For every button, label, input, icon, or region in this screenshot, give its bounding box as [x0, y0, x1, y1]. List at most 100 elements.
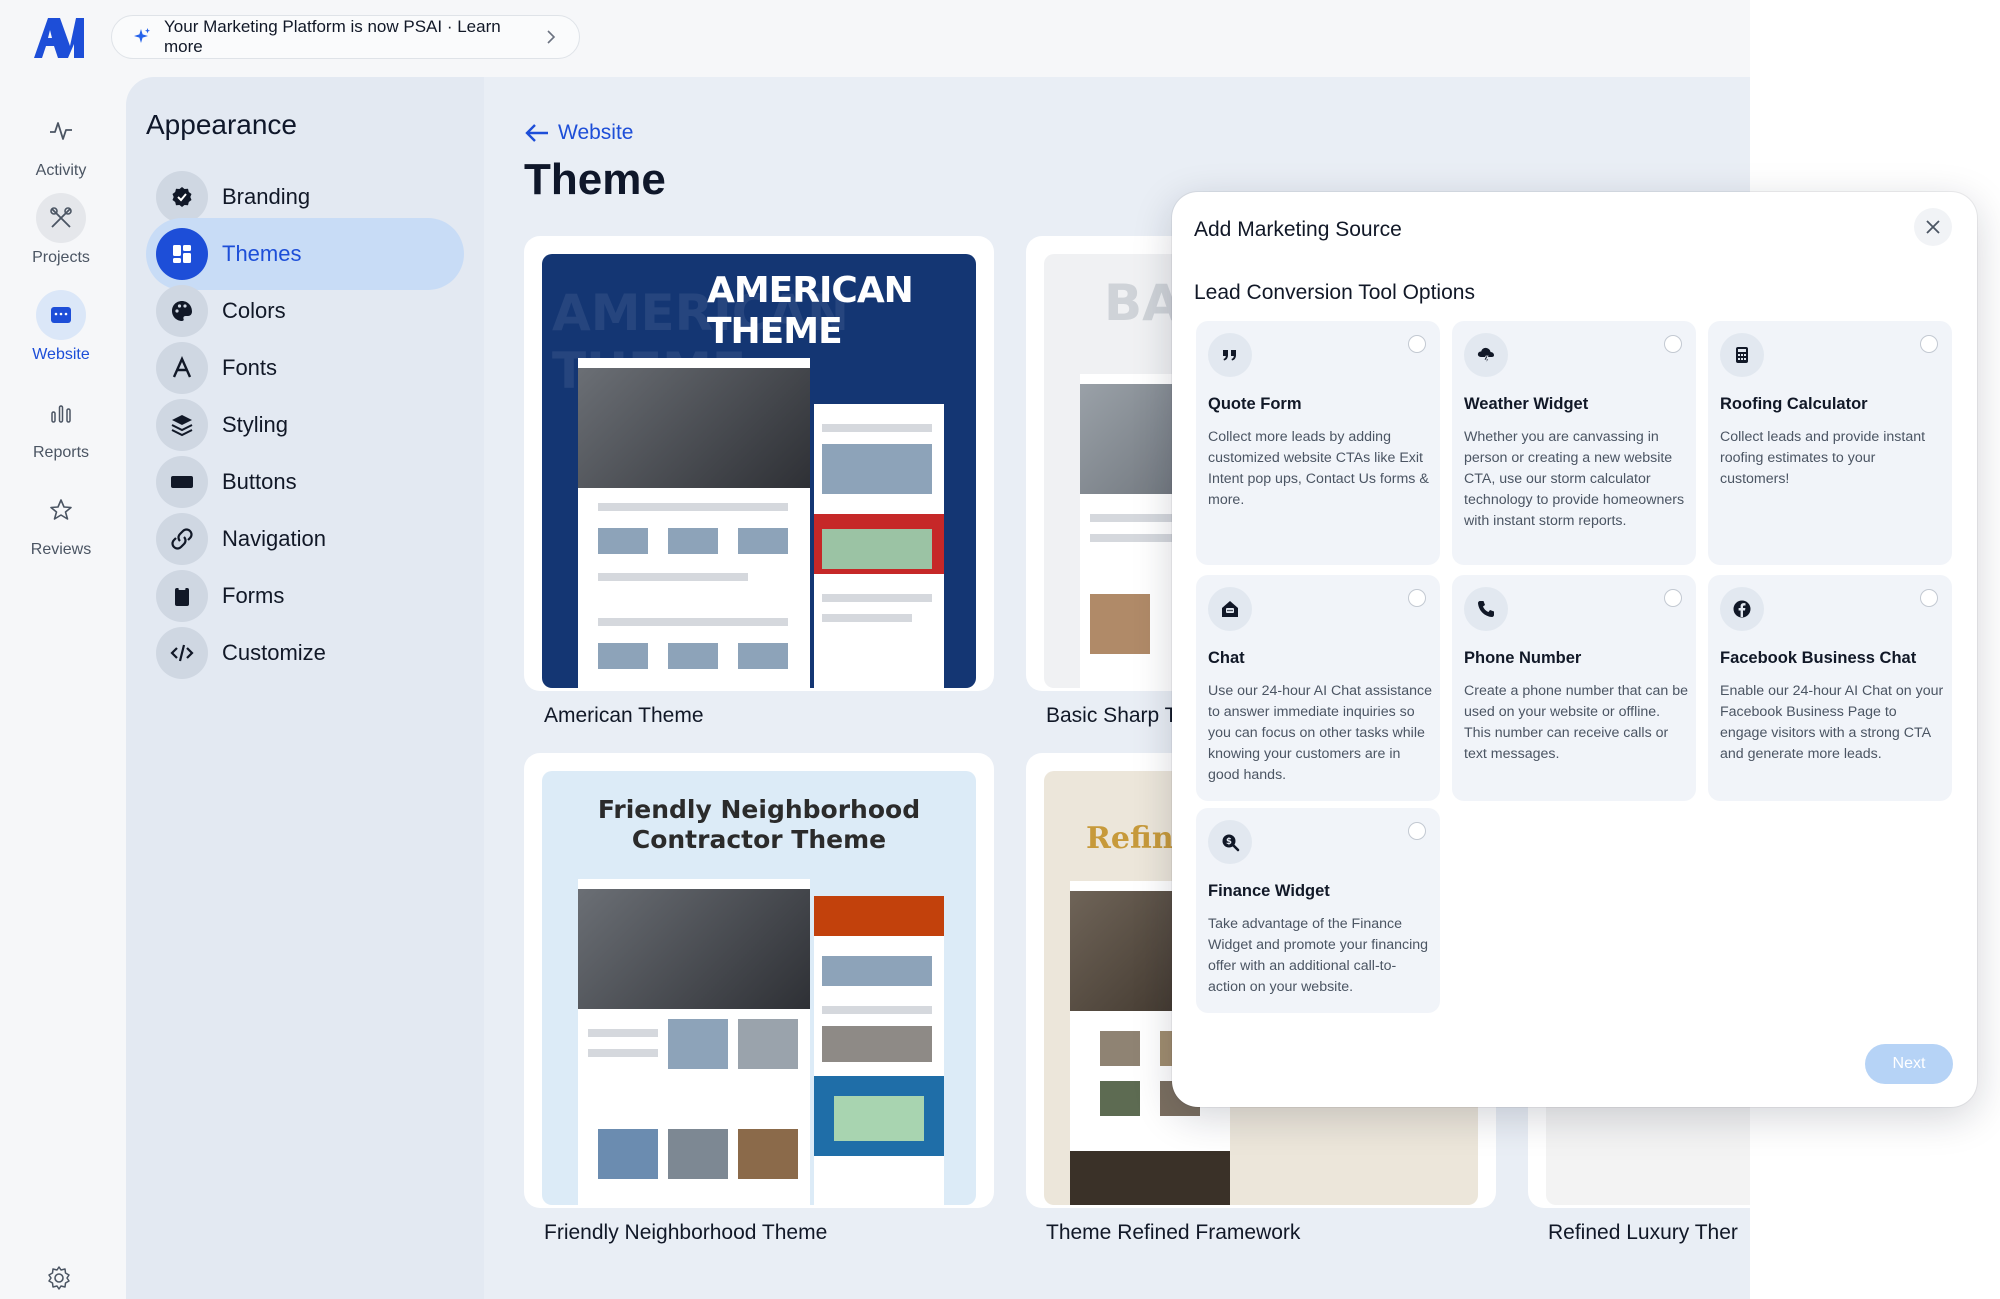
- option-name: Weather Widget: [1464, 395, 1589, 413]
- banner-text: Your Marketing Platform is now PSAI · Le…: [164, 17, 501, 56]
- palette-icon: [156, 285, 208, 337]
- menu-item-customize[interactable]: Customize: [146, 617, 464, 689]
- calculator-icon: [1720, 333, 1764, 377]
- svg-text:$: $: [1226, 837, 1232, 847]
- badge-check-icon: [156, 171, 208, 223]
- theme-card-american[interactable]: AMERICAN THEME AMERICAN THEME: [524, 236, 994, 691]
- menu-item-label: Buttons: [222, 469, 297, 494]
- font-icon: [156, 342, 208, 394]
- option-description: Use our 24-hour AI Chat assistance to an…: [1208, 683, 1432, 783]
- announcement-banner[interactable]: Your Marketing Platform is now PSAI · Le…: [111, 15, 580, 59]
- option-card-roofing-calculator[interactable]: Roofing Calculator Collect leads and pro…: [1708, 321, 1952, 565]
- rail-item-activity[interactable]: Activity: [0, 106, 122, 180]
- menu-item-label: Fonts: [222, 355, 278, 380]
- theme-label: Friendly Neighborhood Theme: [544, 1221, 828, 1244]
- option-name: Roofing Calculator: [1720, 395, 1868, 413]
- code-icon: [156, 627, 208, 679]
- modal-subtitle: Lead Conversion Tool Options: [1194, 281, 1475, 304]
- option-description: Create a phone number that can be used o…: [1464, 683, 1689, 762]
- appearance-title: Appearance: [146, 109, 298, 140]
- rail-label: Reports: [32, 444, 90, 461]
- option-radio[interactable]: [1408, 822, 1426, 840]
- theme-preview: AMERICAN THEME AMERICAN THEME: [542, 254, 976, 688]
- logo-icon[interactable]: [30, 14, 86, 60]
- bar-chart-icon: [36, 388, 86, 438]
- sparkle-icon: [134, 28, 150, 43]
- theme-label: American Theme: [544, 704, 704, 727]
- option-card-facebook-business-chat[interactable]: Facebook Business Chat Enable our 24-hou…: [1708, 575, 1952, 801]
- option-card-phone-number[interactable]: Phone Number Create a phone number that …: [1452, 575, 1696, 801]
- clipboard-icon: [156, 570, 208, 622]
- arrow-left-icon: [525, 124, 548, 142]
- menu-item-label: Branding: [222, 184, 311, 209]
- rail-label: Projects: [32, 249, 90, 266]
- rail-item-reviews[interactable]: Reviews: [0, 485, 122, 559]
- storm-cloud-icon: [1464, 333, 1508, 377]
- preview-page-image: [578, 358, 810, 688]
- menu-item-label: Themes: [222, 241, 302, 266]
- rail-label: Reviews: [30, 541, 92, 558]
- theme-preview: Friendly Neighborhood Contractor Theme: [542, 771, 976, 1205]
- theme-label: Theme Refined Framework: [1046, 1221, 1301, 1244]
- gear-icon[interactable]: [46, 1265, 72, 1291]
- tools-icon: [36, 193, 86, 243]
- option-description: Enable our 24-hour AI Chat on your Faceb…: [1720, 683, 1944, 762]
- option-name: Quote Form: [1208, 395, 1302, 413]
- next-button[interactable]: Next: [1865, 1044, 1953, 1084]
- rail-label: Activity: [35, 162, 87, 179]
- star-icon: [36, 485, 86, 535]
- option-card-quote-form[interactable]: Quote Form Collect more leads by adding …: [1196, 321, 1440, 565]
- option-radio[interactable]: [1920, 335, 1938, 353]
- close-button[interactable]: [1914, 208, 1952, 246]
- menu-item-label: Forms: [222, 583, 285, 608]
- rail-label: Website: [32, 346, 90, 363]
- layout-icon: [156, 228, 208, 280]
- menu-item-label: Customize: [222, 640, 326, 665]
- rail-item-website[interactable]: Website: [0, 290, 122, 364]
- page-title: Theme: [524, 155, 666, 204]
- menu-item-label: Styling: [222, 412, 289, 437]
- preview-banner-text: BA: [1104, 274, 1181, 332]
- option-description: Take advantage of the Finance Widget and…: [1208, 916, 1429, 995]
- theme-card-friendly-neighborhood[interactable]: Friendly Neighborhood Contractor Theme: [524, 753, 994, 1208]
- option-card-chat[interactable]: Chat Use our 24-hour AI Chat assistance …: [1196, 575, 1440, 801]
- option-name: Finance Widget: [1208, 882, 1330, 900]
- appearance-panel: Appearance Branding Themes Colors Fonts …: [126, 77, 484, 1299]
- left-rail: Activity Projects Website Reports Review…: [0, 76, 122, 1299]
- activity-icon: [36, 106, 86, 156]
- option-radio[interactable]: [1408, 589, 1426, 607]
- option-name: Facebook Business Chat: [1720, 649, 1917, 667]
- option-description: Whether you are canvassing in person or …: [1464, 429, 1685, 529]
- option-name: Chat: [1208, 649, 1245, 667]
- link-icon: [156, 513, 208, 565]
- menu-item-label: Colors: [222, 298, 286, 323]
- preview-page-image: [578, 879, 810, 1205]
- rail-item-projects[interactable]: Projects: [0, 193, 122, 267]
- facebook-icon: [1720, 587, 1764, 631]
- back-link-label: Website: [558, 121, 634, 144]
- close-icon: [1926, 220, 1940, 234]
- preview-page-image: [814, 896, 944, 1205]
- back-to-website-link[interactable]: Website: [524, 121, 633, 145]
- option-radio[interactable]: [1408, 335, 1426, 353]
- theme-label: Refined Luxury Ther: [1548, 1221, 1738, 1244]
- browser-icon: [36, 290, 86, 340]
- rail-item-reports[interactable]: Reports: [0, 388, 122, 462]
- preview-page-image: [814, 404, 944, 688]
- theme-label: Basic Sharp T: [1046, 704, 1178, 727]
- option-description: Collect more leads by adding customized …: [1208, 429, 1429, 508]
- option-radio[interactable]: [1664, 335, 1682, 353]
- finance-search-icon: $: [1208, 820, 1252, 864]
- button-icon: [156, 456, 208, 508]
- menu-item-label: Navigation: [222, 526, 326, 551]
- option-card-finance-widget[interactable]: $ Finance Widget Take advantage of the F…: [1196, 808, 1440, 1013]
- preview-banner-text: Friendly Neighborhood Contractor Theme: [597, 795, 921, 854]
- option-radio[interactable]: [1664, 589, 1682, 607]
- preview-banner-text: AMERICAN THEME: [707, 270, 914, 352]
- layers-icon: [156, 399, 208, 451]
- option-name: Phone Number: [1464, 649, 1582, 667]
- option-radio[interactable]: [1920, 589, 1938, 607]
- add-marketing-source-modal: Add Marketing Source Lead Conversion Too…: [1172, 192, 1977, 1107]
- option-card-weather-widget[interactable]: Weather Widget Whether you are canvassin…: [1452, 321, 1696, 565]
- quote-icon: [1208, 333, 1252, 377]
